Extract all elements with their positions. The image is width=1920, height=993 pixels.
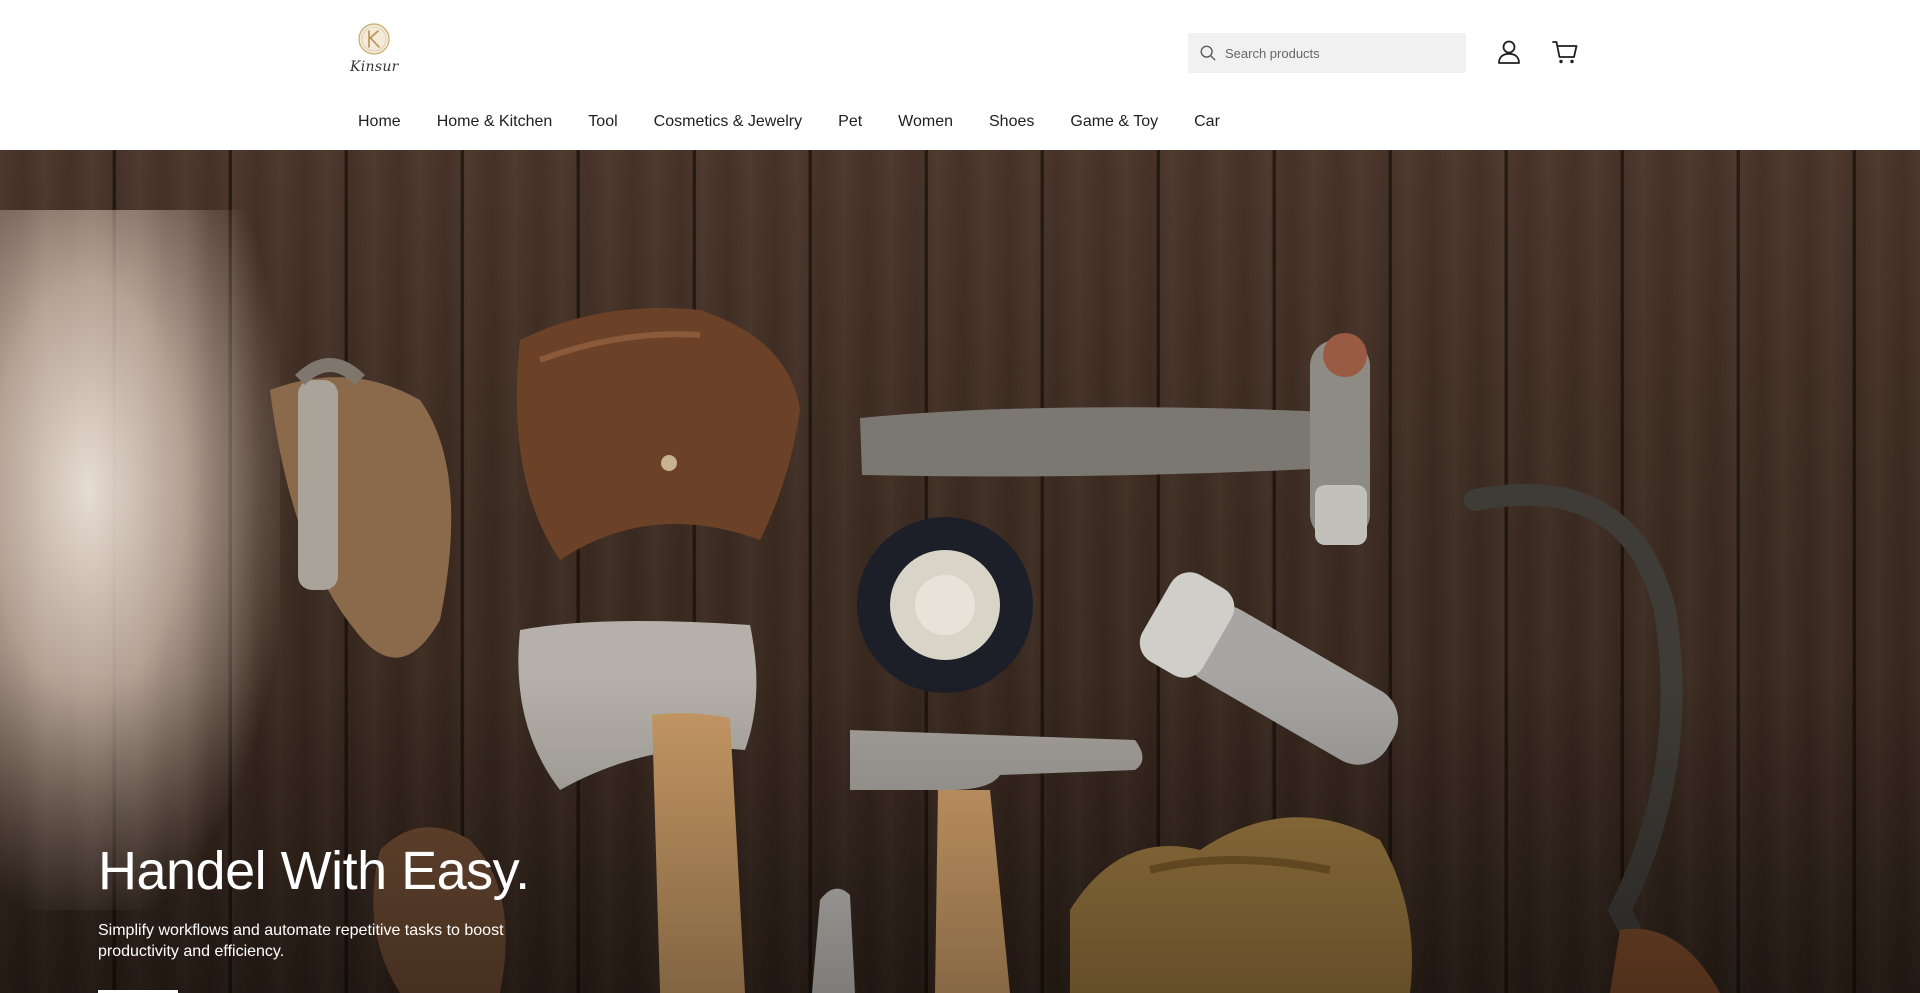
search-input[interactable] (1225, 45, 1455, 61)
nav-item-home[interactable]: Home (340, 107, 419, 137)
brand-logo-mark (358, 23, 390, 55)
cart-icon (1552, 41, 1578, 64)
flashlight-illustration (1139, 572, 1399, 765)
search-icon (1200, 45, 1216, 61)
nav-item-home-kitchen[interactable]: Home & Kitchen (419, 107, 571, 137)
nav-item-cosmetics-jewelry[interactable]: Cosmetics & Jewelry (636, 107, 820, 137)
main-nav: Home Home & Kitchen Tool Cosmetics & Jew… (340, 107, 1238, 137)
user-icon (1498, 40, 1520, 64)
account-button[interactable] (1493, 36, 1525, 68)
brand-logo[interactable]: Kinsur (350, 22, 398, 75)
nav-item-game-toy[interactable]: Game & Toy (1052, 107, 1176, 137)
iron-tool-illustration (270, 358, 452, 658)
hero-title: Handel With Easy. (98, 841, 530, 901)
hero-copy: Handel With Easy. Simplify workflows and… (98, 840, 598, 993)
nav-item-shoes[interactable]: Shoes (971, 107, 1052, 137)
tape-measure-illustration (857, 517, 1033, 693)
nav-item-pet[interactable]: Pet (820, 107, 880, 137)
pocket-knife-illustration (812, 888, 855, 993)
nav-item-women[interactable]: Women (880, 107, 971, 137)
hero-banner: Handel With Easy. Simplify workflows and… (0, 150, 1920, 993)
leather-sheath-illustration (516, 308, 800, 560)
nav-item-tool[interactable]: Tool (570, 107, 635, 137)
hero-subtitle: Simplify workflows and automate repetiti… (98, 922, 504, 960)
cart-button[interactable] (1549, 36, 1581, 68)
search-bar[interactable] (1188, 33, 1466, 73)
sickle-illustration (1464, 483, 1720, 993)
site-header: Kinsur Home Home & Kitchen Tool Cosmetic… (0, 0, 1920, 150)
nav-item-car[interactable]: Car (1176, 107, 1238, 137)
gloves-illustration (1070, 817, 1412, 993)
ball-peen-hammer-illustration (860, 333, 1370, 545)
brand-name: Kinsur (350, 59, 399, 75)
